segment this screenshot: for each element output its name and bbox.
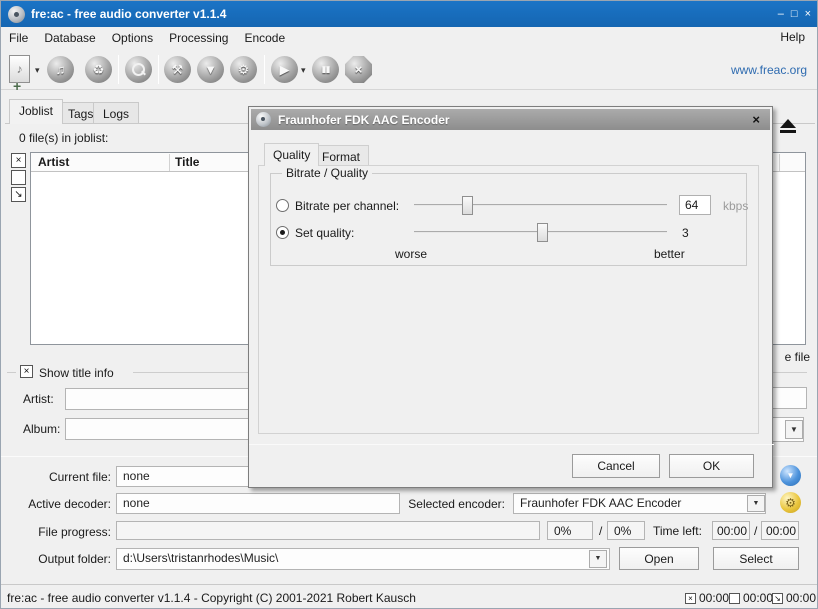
menu-help[interactable]: Help (772, 27, 813, 47)
maximize-icon[interactable]: □ (791, 8, 798, 20)
percent-file-box: 0% (547, 521, 593, 540)
freac-website-link[interactable]: www.freac.org (731, 63, 807, 77)
quality-radio[interactable] (276, 226, 289, 239)
quality-label: Set quality: (295, 226, 354, 240)
cddb-query-icon[interactable] (125, 56, 152, 83)
album-label: Album: (23, 422, 60, 436)
selected-encoder-label: Selected encoder: (405, 497, 505, 511)
dialog-title-bar[interactable]: Fraunhofer FDK AAC Encoder × (251, 109, 770, 130)
active-decoder-field: none (116, 493, 400, 514)
artist-label: Artist: (23, 392, 54, 406)
file-progress-label: File progress: (1, 525, 111, 539)
menu-bar: File Database Options Processing Encode … (1, 27, 817, 49)
dialog-tab-quality[interactable]: Quality (264, 143, 319, 166)
output-folder-caret-icon[interactable]: ▼ (589, 550, 607, 568)
show-title-info-label: Show title info (39, 366, 114, 380)
show-title-info-checkbox[interactable]: × (20, 365, 33, 378)
total-time-value: 00:00 (786, 591, 816, 605)
statusbar-text: fre:ac - free audio converter v1.1.4 - C… (7, 591, 416, 605)
active-decoder-label: Active decoder: (1, 497, 111, 511)
ok-button[interactable]: OK (669, 454, 754, 478)
minimize-icon[interactable]: – (778, 8, 784, 20)
selected-time-icon: × (685, 593, 696, 604)
app-icon (8, 6, 25, 23)
unselected-time-icon (729, 593, 740, 604)
right-panel-label-fragment: e file (774, 350, 810, 364)
quality-slider-thumb[interactable] (537, 223, 548, 242)
selected-time-value: 00:00 (699, 591, 729, 605)
time-left-label: Time left: (653, 524, 702, 538)
clear-joblist-icon[interactable]: ♻ (85, 56, 112, 83)
selected-encoder-combo[interactable]: Fraunhofer FDK AAC Encoder (513, 493, 766, 514)
encoder-settings-icon[interactable]: ⚙ (230, 56, 257, 83)
start-encoding-dropdown-icon[interactable]: ▾ (301, 65, 306, 76)
current-file-label: Current file: (1, 470, 111, 484)
joblist-count-label: 0 file(s) in joblist: (19, 131, 108, 145)
bitrate-label: Bitrate per channel: (295, 199, 399, 213)
general-settings-icon[interactable]: ⚒ (164, 56, 191, 83)
processing-funnel-icon[interactable]: ▼ (780, 465, 801, 486)
time-left-file-box: 00:00 (712, 521, 750, 540)
menu-encode[interactable]: Encode (236, 28, 293, 48)
menu-file[interactable]: File (1, 28, 36, 48)
output-folder-label: Output folder: (1, 552, 111, 566)
percent-total-box: 0% (607, 521, 645, 540)
menu-database[interactable]: Database (36, 28, 103, 48)
tab-logs[interactable]: Logs (93, 102, 139, 123)
column-artist[interactable]: Artist (38, 155, 69, 169)
dialog-tab-format[interactable]: Format (313, 145, 369, 166)
select-all-button[interactable]: × (11, 153, 26, 168)
dialog-title: Fraunhofer FDK AAC Encoder (278, 113, 450, 127)
right-panel-combo-caret-icon[interactable]: ▼ (785, 420, 803, 439)
bitrate-slider-thumb[interactable] (462, 196, 473, 215)
select-none-button[interactable] (11, 170, 26, 185)
add-files-icon[interactable]: ♪+ (9, 55, 30, 83)
app-window: fre:ac - free audio converter v1.1.4 – □… (0, 0, 818, 609)
dialog-app-icon (256, 112, 271, 127)
menu-processing[interactable]: Processing (161, 28, 236, 48)
file-progress-bar (116, 521, 540, 540)
bitrate-quality-group-label: Bitrate / Quality (282, 166, 372, 180)
select-toggle-button[interactable]: ↘ (11, 187, 26, 202)
scale-better-label: better (654, 247, 685, 261)
configure-encoder-icon[interactable]: ⚙ (780, 492, 801, 513)
toolbar: ♪+ ▾ ♫ ♻ ⚒ ▼ ⚙ ▶ ▾ ▮▮ × www.freac.org (1, 49, 817, 90)
tab-joblist[interactable]: Joblist (9, 99, 63, 124)
processing-options-icon[interactable]: ▼ (197, 56, 224, 83)
title-bar[interactable]: fre:ac - free audio converter v1.1.4 – □… (1, 1, 817, 27)
close-icon[interactable]: × (805, 8, 811, 20)
eject-disc-icon[interactable] (775, 117, 801, 137)
bitrate-radio[interactable] (276, 199, 289, 212)
slash-separator: / (599, 524, 602, 538)
time-left-total-box: 00:00 (761, 521, 799, 540)
scale-worse-label: worse (395, 247, 427, 261)
menu-options[interactable]: Options (104, 28, 161, 48)
bitrate-value-field[interactable]: 64 (679, 195, 711, 215)
stop-encoding-icon[interactable]: × (345, 56, 372, 83)
start-encoding-icon[interactable]: ▶ (271, 56, 298, 83)
column-title[interactable]: Title (175, 155, 199, 169)
dialog-close-icon[interactable]: × (752, 112, 760, 127)
add-files-dropdown-icon[interactable]: ▾ (35, 65, 40, 76)
cancel-button[interactable]: Cancel (572, 454, 660, 478)
quality-value-label: 3 (682, 226, 689, 240)
pause-encoding-icon[interactable]: ▮▮ (312, 56, 339, 83)
slash-separator: / (754, 524, 757, 538)
add-audio-cd-icon[interactable]: ♫ (47, 56, 74, 83)
output-folder-combo[interactable]: d:\Users\tristanrhodes\Music\ (116, 548, 610, 570)
window-title: fre:ac - free audio converter v1.1.4 (31, 7, 226, 21)
bitrate-slider[interactable] (414, 204, 667, 206)
open-button[interactable]: Open (619, 547, 699, 570)
status-bar: fre:ac - free audio converter v1.1.4 - C… (1, 584, 817, 609)
bitrate-unit-label: kbps (723, 199, 748, 213)
select-button[interactable]: Select (713, 547, 799, 570)
unselected-time-value: 00:00 (743, 591, 773, 605)
encoder-config-dialog: Fraunhofer FDK AAC Encoder × Quality For… (248, 106, 773, 488)
total-time-icon: ↘ (772, 593, 783, 604)
selected-encoder-caret-icon[interactable]: ▼ (747, 495, 765, 512)
